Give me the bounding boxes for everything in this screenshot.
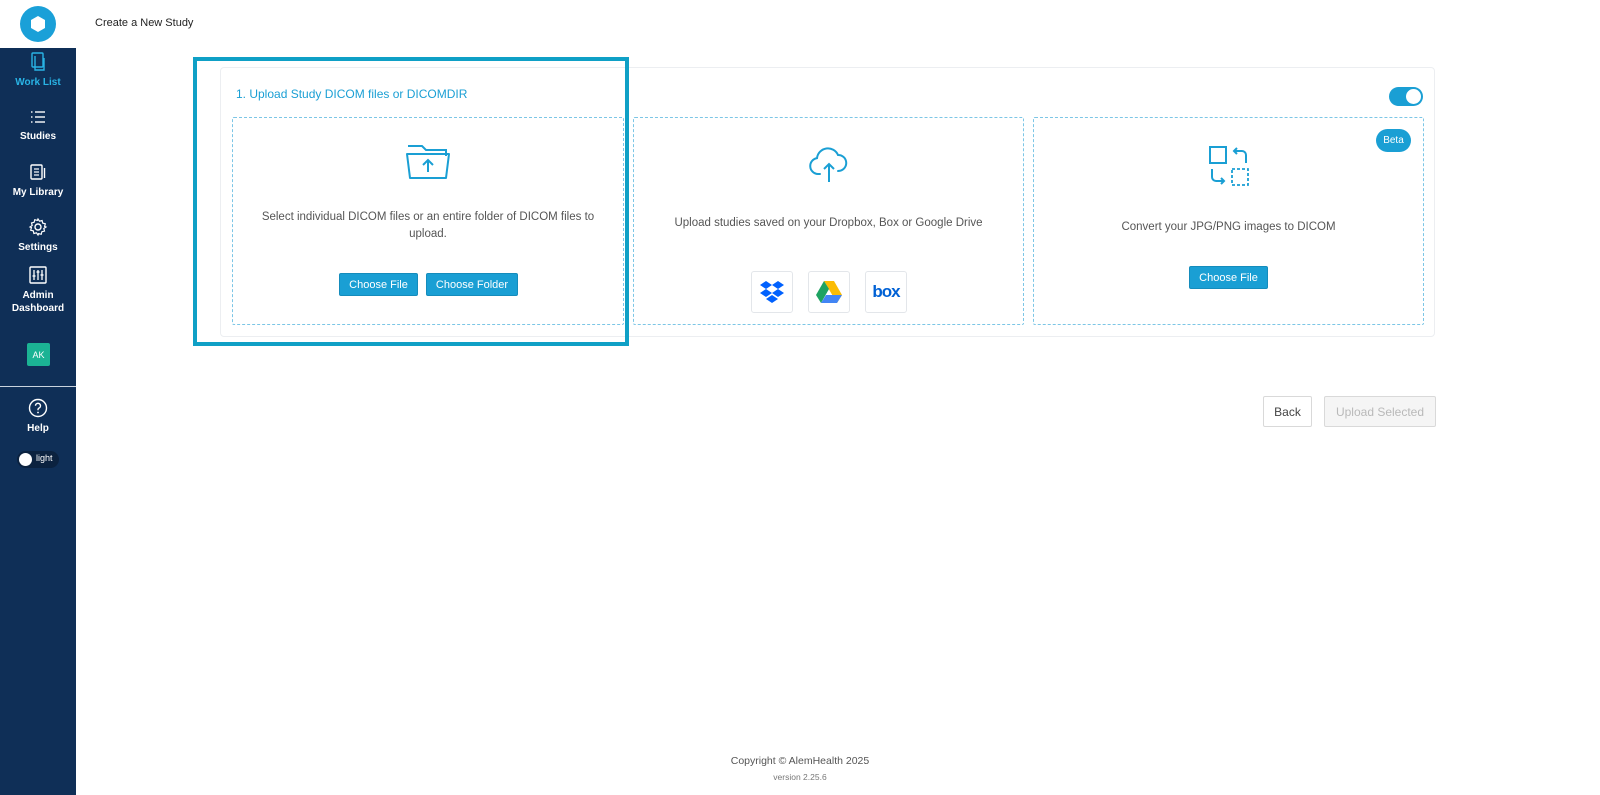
gear-icon — [28, 217, 48, 237]
page-title: Create a New Study — [95, 17, 194, 29]
dropbox-button[interactable] — [751, 271, 793, 313]
cloud-upload-description: Upload studies saved on your Dropbox, Bo… — [674, 217, 983, 229]
local-upload-card: Select individual DICOM files or an enti… — [232, 117, 624, 325]
footer-copyright: Copyright © AlemHealth 2025 — [730, 755, 870, 767]
sidebar-item-work-list[interactable]: Work List — [0, 52, 76, 89]
box-icon: box — [872, 282, 900, 301]
sidebar-item-label: Studies — [19, 131, 57, 142]
box-button[interactable]: box — [865, 271, 907, 313]
sidebar-item-help[interactable]: Help — [0, 398, 76, 435]
folder-upload-icon — [404, 138, 452, 187]
convert-card: Beta Convert your JPG/PNG images to DICO… — [1033, 117, 1424, 325]
sidebar-item-settings[interactable]: Settings — [0, 217, 76, 254]
sidebar-item-label: My Library — [12, 187, 64, 198]
toggle-knob — [1406, 89, 1421, 104]
theme-toggle-label: light — [36, 453, 53, 463]
library-icon — [30, 164, 46, 180]
list-icon — [31, 111, 45, 123]
sidebar-item-my-library[interactable]: My Library — [0, 162, 76, 199]
theme-toggle[interactable]: light — [17, 451, 59, 468]
local-upload-description: Select individual DICOM files or an enti… — [261, 211, 595, 240]
dropbox-icon — [760, 281, 784, 303]
footer-version: version 2.25.6 — [773, 772, 827, 782]
sidebar-item-label: Settings — [18, 242, 58, 253]
step-title: 1. Upload Study DICOM files or DICOMDIR — [236, 87, 468, 101]
cloud-upload-card: Upload studies saved on your Dropbox, Bo… — [633, 117, 1024, 325]
sidebar-item-label: Work List — [15, 77, 61, 88]
sidebar-divider — [0, 386, 76, 387]
choose-file-button[interactable]: Choose File — [339, 273, 418, 296]
help-icon — [28, 398, 48, 418]
back-button[interactable]: Back — [1263, 396, 1312, 427]
sidebar-item-studies[interactable]: Studies — [0, 108, 76, 143]
cloud-upload-icon — [808, 146, 850, 189]
logo-area[interactable] — [0, 0, 76, 48]
beta-badge: Beta — [1376, 129, 1411, 152]
upload-selected-button[interactable]: Upload Selected — [1324, 396, 1436, 427]
app-logo-icon[interactable] — [20, 6, 56, 42]
worklist-icon — [31, 52, 45, 71]
google-drive-icon — [816, 281, 842, 303]
convert-image-icon — [1208, 145, 1250, 192]
google-drive-button[interactable] — [808, 271, 850, 313]
convert-choose-file-button[interactable]: Choose File — [1189, 266, 1268, 289]
upload-mode-toggle[interactable] — [1389, 87, 1423, 106]
sidebar-item-label: Admin Dashboard — [11, 290, 65, 314]
sidebar-item-admin-dashboard[interactable]: Admin Dashboard — [0, 265, 76, 315]
sliders-icon — [29, 266, 47, 284]
sidebar-item-label: Help — [27, 423, 49, 434]
convert-description: Convert your JPG/PNG images to DICOM — [1121, 221, 1336, 233]
toggle-knob — [19, 453, 32, 466]
choose-folder-button[interactable]: Choose Folder — [426, 273, 518, 296]
sidebar: Work List Studies My Library Settings Ad… — [0, 0, 76, 795]
avatar[interactable]: AK — [27, 343, 50, 366]
